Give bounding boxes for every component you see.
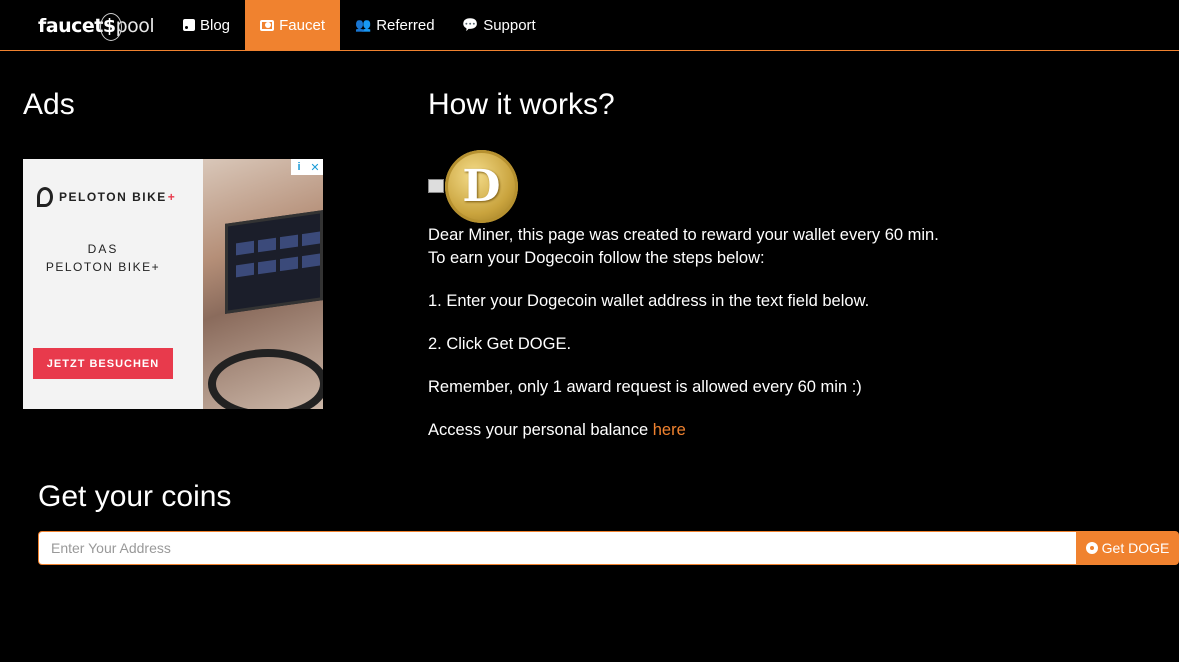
ad-brand-name: PELOTON BIKE [59,190,167,204]
ads-heading: Ads [23,88,75,121]
nav-blog-label: Blog [200,16,231,34]
nav-support[interactable]: 💬 Support [447,0,551,50]
dogecoin-logo: D [445,150,518,223]
broken-image-icon [428,179,444,193]
brand-text-faucet: faucet [38,15,103,37]
users-icon: 👥 [355,17,372,32]
step-2-text: 2. Click Get DOGE. [428,335,572,353]
nav-faucet[interactable]: Faucet [245,0,340,50]
balance-link[interactable]: here [653,421,686,439]
ad-choices[interactable]: i ✕ [291,159,323,175]
dogecoin-letter: D [462,161,501,212]
brand-dollar: $ [99,13,122,41]
gear-icon [1085,542,1098,554]
get-coins-heading: Get your coins [38,480,232,513]
intro-line-2: To earn your Dogecoin follow the steps b… [428,249,765,267]
nav-faucet-label: Faucet [279,16,325,34]
nav-referred[interactable]: 👥 Referred [340,0,450,50]
peloton-icon [37,187,53,207]
money-icon [260,19,275,31]
wallet-address-input[interactable] [38,531,1076,565]
step-1-text: 1. Enter your Dogecoin wallet address in… [428,292,870,310]
ad-brand-plus: + [167,190,177,204]
advertisement-banner[interactable]: PELOTON BIKE + DAS PELOTON BIKE+ JETZT BE… [23,159,323,409]
brand-logo[interactable]: faucet $ pool [38,10,155,42]
top-navbar: faucet $ pool Blog Faucet 👥 Referred 💬 Sup… [0,0,1179,51]
info-icon[interactable]: i [291,159,307,175]
ad-bike-screen [225,210,323,314]
ad-cta-button[interactable]: JETZT BESUCHEN [33,348,173,379]
nav-blog[interactable]: Blog [168,0,245,50]
ad-headline-1: DAS [87,242,119,256]
balance-text: Access your personal balance here [428,421,686,440]
how-it-works-heading: How it works? [428,88,615,121]
balance-label: Access your personal balance [428,421,653,439]
comments-icon: 💬 [462,17,479,32]
ad-headline-2: PELOTON BIKE+ [45,260,161,274]
close-icon[interactable]: ✕ [307,159,323,175]
nav-referred-label: Referred [376,16,435,34]
get-doge-button[interactable]: Get DOGE [1076,531,1179,565]
get-doge-label: Get DOGE [1101,540,1170,556]
intro-line-1: Dear Miner, this page was created to rew… [428,226,939,244]
rss-icon [183,19,195,31]
ad-bike-frame [208,349,323,409]
remember-text: Remember, only 1 award request is allowe… [428,378,862,396]
ad-brand-logo: PELOTON BIKE + [37,187,176,207]
nav-support-label: Support [483,16,536,34]
